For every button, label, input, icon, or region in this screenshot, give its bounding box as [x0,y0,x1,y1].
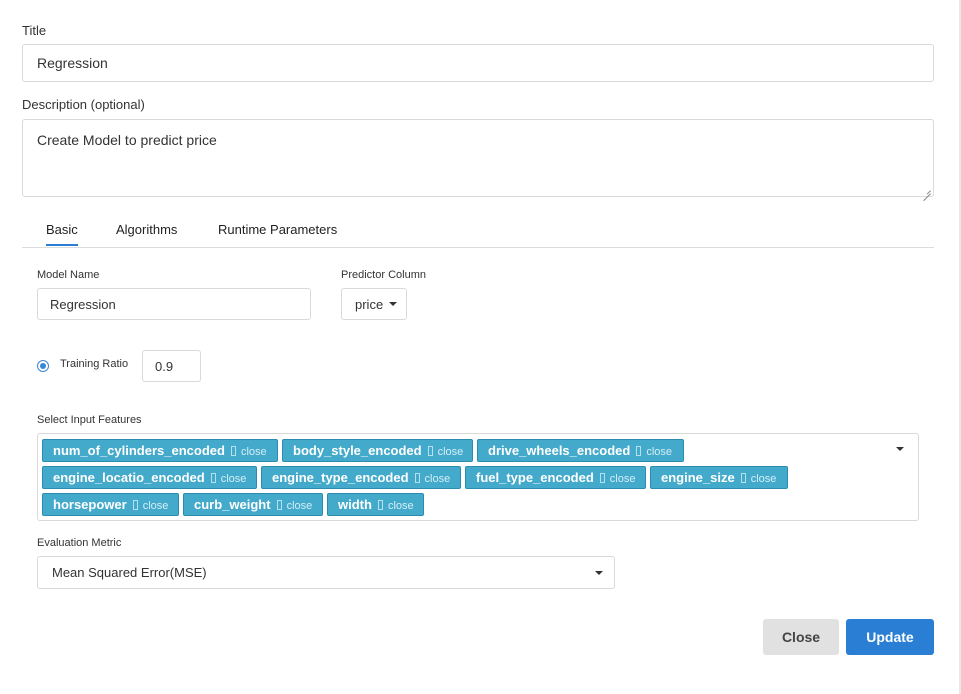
tag-label: drive_wheels_encoded [488,443,631,458]
close-icon [377,500,383,510]
feature-tag[interactable]: drive_wheels_encoded close [477,439,684,462]
tab-basic[interactable]: Basic [46,222,78,246]
tag-remove[interactable]: close [287,500,313,512]
description-text: Create Model to predict price [37,132,217,148]
tag-label: width [338,497,372,512]
model-name-input[interactable]: Regression [37,288,311,320]
tag-remove[interactable]: close [241,446,267,458]
feature-tag[interactable]: body_style_encoded close [282,439,473,462]
tag-label: fuel_type_encoded [476,470,594,485]
tag-remove[interactable]: close [610,473,636,485]
title-input[interactable]: Regression [22,44,934,82]
feature-tag[interactable]: engine_type_encoded close [261,466,461,489]
input-features-multiselect[interactable]: num_of_cylinders_encoded close body_style… [37,433,919,521]
update-button[interactable]: Update [846,619,934,655]
feature-tag[interactable]: width close [327,493,424,516]
tag-label: engine_type_encoded [272,470,409,485]
close-icon [427,446,433,456]
tag-remove[interactable]: close [388,500,414,512]
tag-label: num_of_cylinders_encoded [53,443,225,458]
tag-remove[interactable]: close [646,446,672,458]
tab-runtime-parameters[interactable]: Runtime Parameters [218,222,337,237]
tag-label: engine_size [661,470,735,485]
close-icon [636,446,642,456]
close-icon [210,473,216,483]
predictor-column-select[interactable]: price [341,288,407,320]
close-button[interactable]: Close [763,619,839,655]
title-label: Title [22,23,47,38]
training-ratio-radio[interactable] [37,360,49,372]
tag-remove[interactable]: close [143,500,169,512]
feature-tag[interactable]: fuel_type_encoded close [465,466,646,489]
evaluation-metric-select[interactable]: Mean Squared Error(MSE) [37,556,615,589]
tag-remove[interactable]: close [221,473,247,485]
tag-remove[interactable]: close [438,446,464,458]
feature-tag[interactable]: curb_weight close [183,493,323,516]
model-name-label: Model Name [37,269,100,281]
feature-tag[interactable]: engine_locatio_encoded close [42,466,257,489]
feature-tag[interactable]: horsepower close [42,493,179,516]
tag-remove[interactable]: close [751,473,777,485]
tag-label: engine_locatio_encoded [53,470,205,485]
tab-algorithms[interactable]: Algorithms [116,222,177,237]
evaluation-metric-label: Evaluation Metric [37,537,122,549]
feature-tag[interactable]: num_of_cylinders_encoded close [42,439,278,462]
training-ratio-input[interactable]: 0.9 [142,350,201,382]
close-icon [276,500,282,510]
tab-bar: Basic Algorithms Runtime Parameters [22,214,934,248]
chevron-down-icon [389,302,398,306]
close-icon [599,473,605,483]
description-textarea[interactable]: Create Model to predict price [22,119,934,197]
tag-label: curb_weight [194,497,271,512]
predictor-column-value: price [355,296,384,312]
close-icon [740,473,746,483]
tag-label: horsepower [53,497,127,512]
input-features-label: Select Input Features [37,414,142,426]
resize-handle-icon[interactable] [923,186,931,194]
close-icon [230,446,236,456]
chevron-down-icon[interactable] [896,447,904,451]
close-icon [132,500,138,510]
close-icon [414,473,420,483]
description-label: Description (optional) [22,97,145,112]
evaluation-metric-value: Mean Squared Error(MSE) [52,565,207,580]
chevron-down-icon [595,571,603,575]
predictor-column-label: Predictor Column [341,269,426,281]
tag-label: body_style_encoded [293,443,422,458]
feature-tag[interactable]: engine_size close [650,466,788,489]
tag-remove[interactable]: close [425,473,451,485]
training-ratio-label: Training Ratio [60,358,129,370]
